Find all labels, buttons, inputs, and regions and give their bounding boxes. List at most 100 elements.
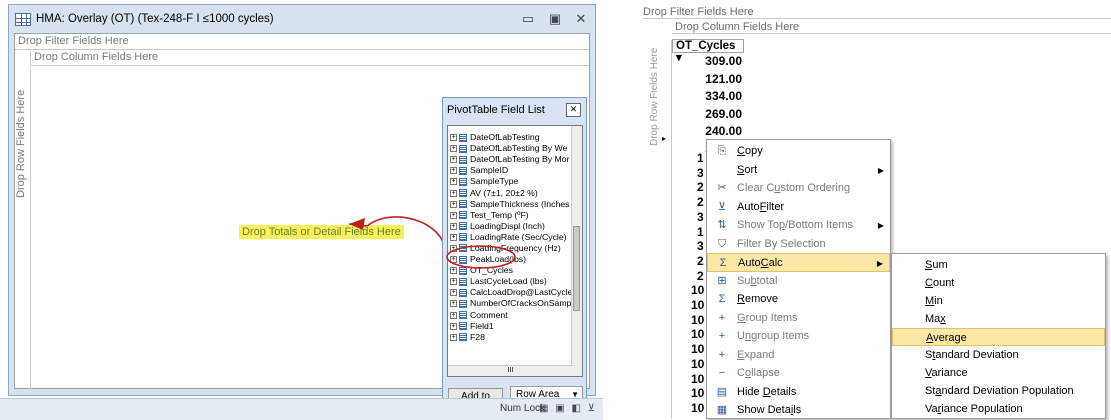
value-cell[interactable]: 334.00 xyxy=(676,88,742,105)
menu-item-autofilter[interactable]: ⊻ AutoFilter xyxy=(707,198,890,217)
value-cell-partial[interactable]: 10 xyxy=(691,357,704,371)
expand-icon[interactable]: + xyxy=(450,233,457,241)
minimize-icon[interactable]: ▭ xyxy=(519,11,537,27)
expand-icon[interactable]: + xyxy=(450,311,457,319)
table-icon xyxy=(15,12,31,26)
value-cell-partial[interactable]: 10 xyxy=(691,401,704,415)
value-cell-partial[interactable]: 10 xyxy=(691,283,704,297)
menu-item-filter-by-selection[interactable]: ⛉ Filter By Selection xyxy=(707,235,890,254)
maximize-icon[interactable]: ▣ xyxy=(546,11,564,27)
expand-icon[interactable]: + xyxy=(450,189,457,197)
submenu-item-sum[interactable]: Sum xyxy=(892,256,1105,274)
value-cell-partial[interactable]: 1 xyxy=(697,151,704,165)
submenu-item-max[interactable]: Max xyxy=(892,310,1105,328)
value-cell-partial[interactable]: 10 xyxy=(691,342,704,356)
drop-filter-zone[interactable]: Drop Filter Fields Here xyxy=(15,34,589,50)
menu-item-expand[interactable]: + Expand xyxy=(707,346,890,365)
drop-column-zone-right[interactable]: Drop Column Fields Here xyxy=(672,21,1111,34)
field-list-close-icon[interactable]: ✕ xyxy=(566,103,581,117)
expand-icon[interactable]: + xyxy=(450,145,457,153)
submenu-item-variance-population[interactable]: Variance Population xyxy=(892,400,1105,418)
expand-icon[interactable]: + xyxy=(450,211,457,219)
drop-row-zone-right[interactable]: Drop Row Fields Here xyxy=(643,40,672,419)
value-cell-partial[interactable]: 10 xyxy=(691,386,704,400)
menu-item-label: Clear Custom Ordering xyxy=(737,182,851,194)
expand-icon[interactable]: + xyxy=(450,289,457,297)
expand-icon[interactable]: + xyxy=(450,200,457,208)
submenu-item-label: Max xyxy=(925,313,946,325)
menu-item-hide-details[interactable]: ▤ Hide Details xyxy=(707,383,890,402)
value-cell-partial[interactable]: 2 xyxy=(697,180,704,194)
menu-item-remove[interactable]: Σ Remove xyxy=(707,290,890,309)
field-list-hscrollbar[interactable]: III xyxy=(448,365,573,376)
expand-icon[interactable]: + xyxy=(450,278,457,286)
field-list-item[interactable]: + LastCycleLoad (lbs) xyxy=(448,276,582,287)
value-cell-partial[interactable]: 2 xyxy=(697,254,704,268)
field-list-item-label: Test_Temp (ºF) xyxy=(470,209,529,220)
submenu-item-min[interactable]: Min xyxy=(892,292,1105,310)
menu-item-sort[interactable]: Sort ▶ xyxy=(707,161,890,180)
close-icon[interactable]: ✕ xyxy=(572,11,590,27)
submenu-item-standard-deviation-population[interactable]: Standard Deviation Population xyxy=(892,382,1105,400)
field-list-item[interactable]: + LoadingDispl (Inch) xyxy=(448,221,582,232)
expand-icon[interactable]: + xyxy=(450,333,457,341)
value-cell[interactable]: 121.00 xyxy=(676,71,742,88)
submenu-item-label: Count xyxy=(925,277,955,289)
field-list-item[interactable]: + SampleThickness (Inches xyxy=(448,199,582,210)
value-cell-partial[interactable]: 3 xyxy=(697,239,704,253)
expand-icon[interactable]: + xyxy=(450,178,457,186)
value-cell-partial[interactable]: 2 xyxy=(697,269,704,283)
field-list-scrollbar[interactable] xyxy=(571,126,582,376)
menu-item-show-details[interactable]: ▦ Show Details xyxy=(707,401,890,420)
expand-icon[interactable]: + xyxy=(450,322,457,330)
expand-icon[interactable]: + xyxy=(450,167,457,175)
value-cell-partial[interactable]: 3 xyxy=(697,210,704,224)
value-cell-partial[interactable]: 2 xyxy=(697,195,704,209)
submenu-item-label: Average xyxy=(926,332,967,344)
submenu-item-standard-deviation[interactable]: Standard Deviation xyxy=(892,346,1105,364)
menu-item-label: AutoCalc xyxy=(738,257,783,269)
submenu-item-count[interactable]: Count xyxy=(892,274,1105,292)
submenu-item-average[interactable]: Average xyxy=(892,328,1105,346)
menu-item-ungroup-items[interactable]: + Ungroup Items xyxy=(707,327,890,346)
menu-item-subtotal[interactable]: ⊞ Subtotal xyxy=(707,272,890,291)
value-cell[interactable]: 240.00 xyxy=(676,123,742,140)
window-title-bar[interactable]: HMA: Overlay (OT) (Tex-248-F I ≤1000 cyc… xyxy=(9,5,595,33)
menu-item-autocalc[interactable]: Σ AutoCalc ▶ xyxy=(707,253,890,272)
ot-cycles-column-header[interactable]: OT_Cycles ▾ xyxy=(672,39,744,64)
field-list-item[interactable]: + F28 xyxy=(448,332,582,343)
field-list-item[interactable]: + DateOfLabTesting By Mor xyxy=(448,154,582,165)
field-list-item[interactable]: + SampleType xyxy=(448,176,582,187)
value-cell-partial[interactable]: 10 xyxy=(691,372,704,386)
field-list-item[interactable]: + AV (7±1, 20±2 %) xyxy=(448,187,582,198)
value-cell-partial[interactable]: 3 xyxy=(697,166,704,180)
value-cell[interactable]: 269.00 xyxy=(676,106,742,123)
drop-filter-zone-right[interactable]: Drop Filter Fields Here xyxy=(643,6,1111,19)
value-cell-partial[interactable]: 10 xyxy=(691,298,704,312)
field-list-item[interactable]: + Test_Temp (ºF) xyxy=(448,210,582,221)
expand-icon[interactable]: + xyxy=(450,300,457,308)
field-list-item[interactable]: + Field1 xyxy=(448,321,582,332)
field-list-item[interactable]: + DateOfLabTesting xyxy=(448,132,582,143)
field-list-item[interactable]: + NumberOfCracksOnSamp xyxy=(448,298,582,309)
value-cell-partial[interactable]: 10 xyxy=(691,327,704,341)
expand-icon[interactable]: + xyxy=(450,156,457,164)
submenu-item-variance[interactable]: Variance xyxy=(892,364,1105,382)
field-list-item[interactable]: + Comment xyxy=(448,310,582,321)
expand-icon[interactable]: + xyxy=(450,134,457,142)
menu-item-collapse[interactable]: − Collapse xyxy=(707,364,890,383)
drop-row-zone[interactable]: Drop Row Fields Here xyxy=(14,68,31,390)
field-list-item[interactable]: + CalcLoadDrop@LastCycle xyxy=(448,287,582,298)
view-icons[interactable]: ▦ ▣ ◧ ⊻ xyxy=(539,403,597,414)
expand-icon[interactable]: + xyxy=(450,222,457,230)
drop-column-zone[interactable]: Drop Column Fields Here xyxy=(30,50,589,66)
menu-item-show-top-bottom-items[interactable]: ⇅ Show Top/Bottom Items ▶ xyxy=(707,216,890,235)
menu-item-copy[interactable]: ⎘ Copy xyxy=(707,142,890,161)
menu-item-group-items[interactable]: + Group Items xyxy=(707,309,890,328)
menu-item-clear-custom-ordering[interactable]: ✂ Clear Custom Ordering xyxy=(707,179,890,198)
field-list-item[interactable]: + SampleID xyxy=(448,165,582,176)
field-list-item[interactable]: + DateOfLabTesting By We xyxy=(448,143,582,154)
value-cell-partial[interactable]: 1 xyxy=(697,225,704,239)
value-cell[interactable]: 309.00 xyxy=(676,53,742,70)
value-cell-partial[interactable]: 10 xyxy=(691,313,704,327)
